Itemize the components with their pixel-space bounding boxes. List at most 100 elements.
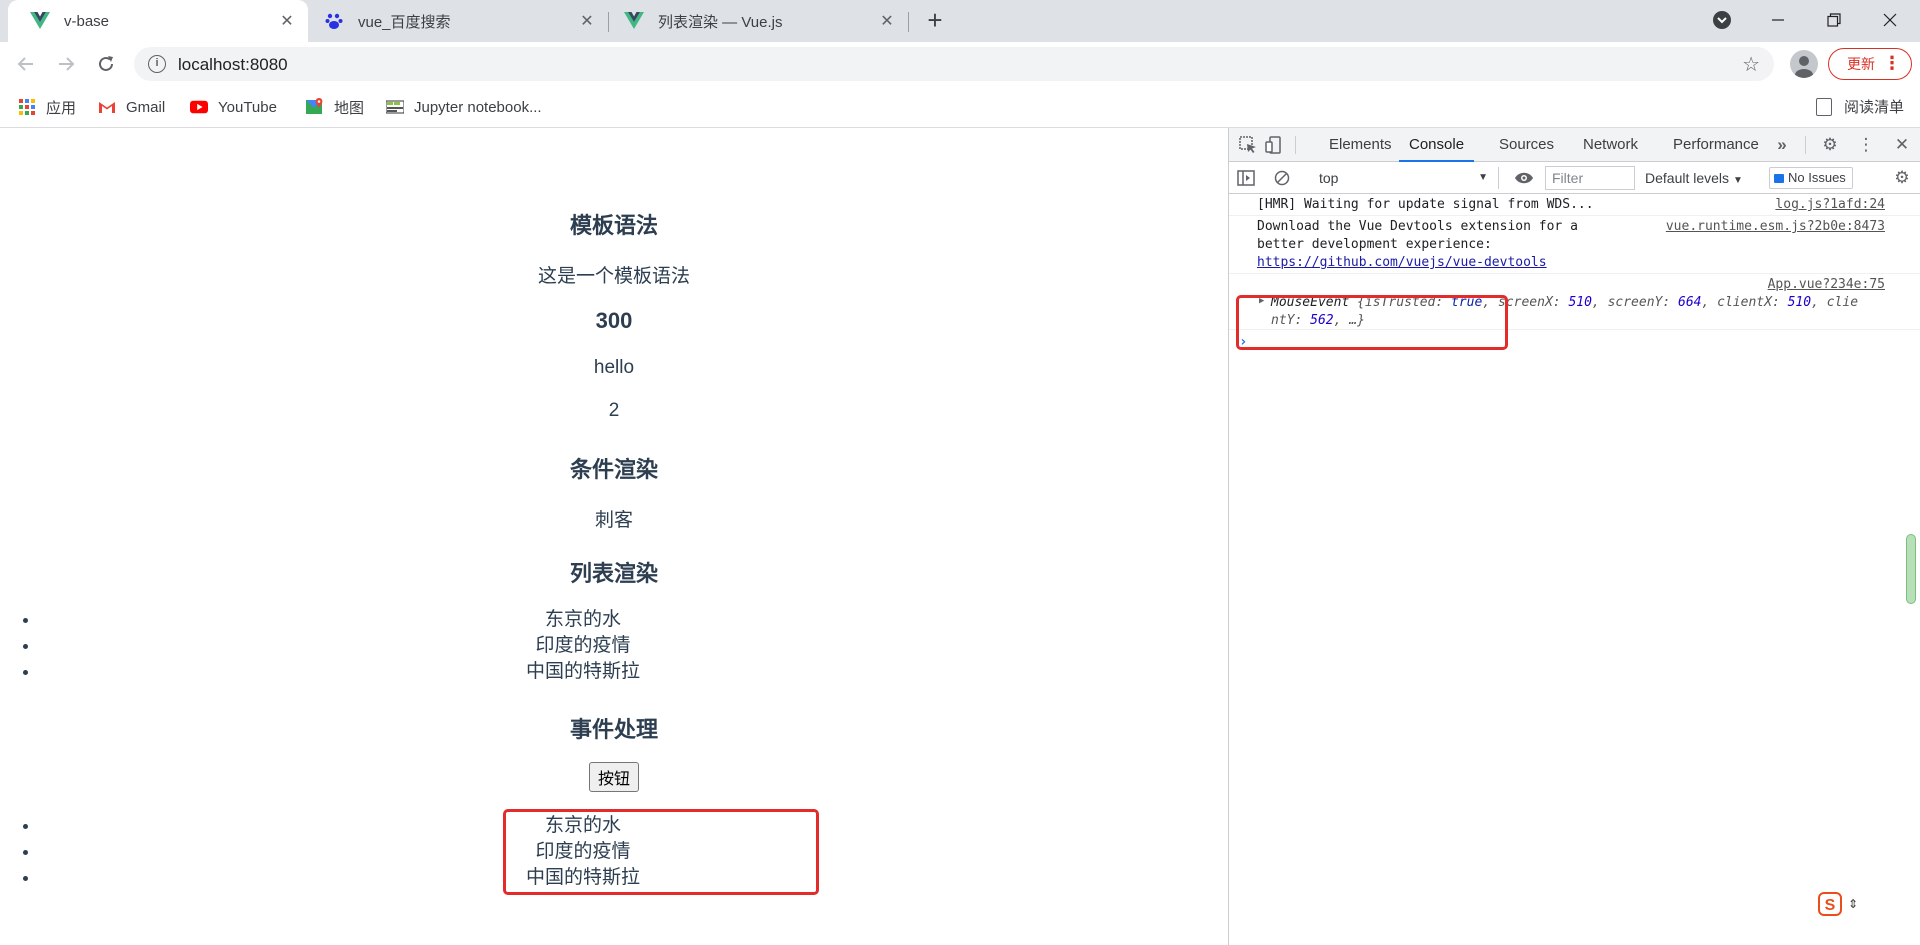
bookmark-star-icon[interactable]: ☆	[1742, 52, 1760, 77]
gear-icon[interactable]: ⚙	[1819, 134, 1841, 156]
chevron-down-circle-icon	[1713, 11, 1731, 29]
conditional-text: 刺客	[594, 510, 633, 531]
sogou-ime-icon: S	[1818, 892, 1842, 916]
console-source-link[interactable]: log.js?1afd:24	[1775, 196, 1885, 214]
tab-search-button[interactable]	[1694, 0, 1750, 40]
clear-console-icon[interactable]	[1271, 167, 1293, 189]
devtools-tab-network[interactable]: Network	[1583, 128, 1638, 162]
reload-button[interactable]	[92, 50, 120, 78]
close-icon	[1883, 13, 1897, 27]
console-filter-bar: top ▼ Filter Default levels ▼ No Issues …	[1229, 162, 1920, 194]
person-icon	[1795, 56, 1813, 78]
count-value: 2	[608, 400, 620, 421]
reading-list-button[interactable]: 阅读清单	[1815, 96, 1904, 117]
log-levels-select[interactable]: Default levels ▼	[1645, 167, 1743, 192]
tab-list-rendering[interactable]: 列表渲染 — Vue.js ✕	[612, 0, 908, 42]
issue-icon	[1774, 173, 1784, 183]
browser-toolbar: i localhost:8080 ☆ 更新 ⋮	[0, 42, 1920, 86]
close-icon[interactable]: ✕	[276, 10, 298, 32]
bookmark-maps[interactable]: 地图	[306, 96, 364, 118]
highlight-box-list	[503, 809, 819, 895]
close-icon[interactable]: ✕	[1891, 134, 1913, 156]
list-item: 中国的特斯拉	[40, 659, 1240, 685]
vue-devtools-link[interactable]: https://github.com/vuejs/vue-devtools	[1257, 254, 1547, 272]
bookmark-label: 应用	[46, 99, 77, 117]
event-heading: 事件处理	[569, 717, 658, 742]
arrow-left-icon	[17, 57, 33, 71]
issues-button[interactable]: No Issues	[1769, 167, 1853, 189]
scrollbar-thumb[interactable]	[1906, 534, 1916, 604]
more-vert-icon: ⋮	[1883, 53, 1901, 73]
number-value: 300	[595, 308, 633, 333]
context-select[interactable]: top ▼	[1319, 167, 1499, 189]
close-icon[interactable]: ✕	[576, 10, 598, 32]
close-window-button[interactable]	[1862, 0, 1918, 40]
bookmark-label: YouTube	[218, 98, 277, 116]
baidu-paw-icon	[324, 11, 344, 31]
sidebar-toggle-icon[interactable]	[1235, 167, 1257, 189]
tab-v-base[interactable]: v-base ✕	[8, 0, 308, 42]
template-heading: 模板语法	[569, 213, 658, 238]
forward-button[interactable]	[52, 50, 80, 78]
screenX-value: 510	[1568, 295, 1592, 310]
minimize-button[interactable]	[1750, 0, 1806, 40]
svg-text:S: S	[1825, 897, 1836, 914]
issues-label: No Issues	[1788, 170, 1846, 185]
vue-logo-icon	[624, 11, 644, 31]
update-button[interactable]: 更新 ⋮	[1828, 48, 1912, 80]
back-button[interactable]	[12, 50, 40, 78]
list-item: 东京的水	[40, 607, 1240, 633]
address-bar[interactable]: i localhost:8080 ☆	[134, 47, 1774, 81]
more-tabs-icon[interactable]: »	[1771, 134, 1793, 156]
app-page: 模板语法 这是一个模板语法 300 hello 2 条件渲染 刺客 列表渲染 东…	[0, 128, 1228, 945]
bookmark-jupyter[interactable]: Jupyter notebook...	[386, 96, 542, 118]
bookmark-gmail[interactable]: Gmail	[98, 96, 165, 118]
levels-label: Default levels	[1645, 170, 1730, 186]
divider	[1805, 136, 1806, 154]
console-message-text: Download the Vue Devtools extension for …	[1257, 219, 1578, 234]
url-text: localhost:8080	[178, 55, 288, 74]
hello-text: hello	[593, 357, 635, 378]
new-tab-button[interactable]: +	[922, 7, 948, 34]
devtools-tab-console[interactable]: Console	[1399, 128, 1475, 162]
list-item: 印度的疫情	[40, 633, 1240, 659]
reading-list-label: 阅读清单	[1843, 99, 1904, 116]
tab-vue-baidu[interactable]: vue_百度搜索 ✕	[312, 0, 608, 42]
console-filter-input[interactable]: Filter	[1545, 166, 1635, 190]
gear-icon[interactable]: ⚙	[1891, 167, 1913, 189]
caret-down-icon: ▼	[1478, 172, 1488, 183]
tab-title: vue_百度搜索	[358, 13, 451, 31]
bookmark-label: Jupyter notebook...	[414, 98, 542, 116]
info-icon[interactable]: i	[148, 55, 166, 73]
console-source-link[interactable]: vue.runtime.esm.js?2b0e:8473	[1666, 218, 1885, 236]
bookmark-label: Gmail	[126, 98, 166, 116]
list-rendering-list: 东京的水 印度的疫情 中国的特斯拉	[40, 607, 1240, 685]
bookmark-youtube[interactable]: YouTube	[190, 96, 277, 118]
tab-separator	[908, 12, 909, 32]
list-heading: 列表渲染	[569, 561, 658, 586]
profile-avatar[interactable]	[1790, 50, 1818, 78]
divider	[1295, 136, 1296, 154]
devtools-tab-sources[interactable]: Sources	[1499, 128, 1554, 162]
eye-icon[interactable]	[1513, 167, 1535, 189]
template-text: 这是一个模板语法	[537, 266, 690, 287]
minimize-icon	[1772, 19, 1784, 21]
close-icon[interactable]: ✕	[876, 10, 898, 32]
console-source-link[interactable]: App.vue?234e:75	[1768, 276, 1885, 294]
tab-title: 列表渲染 — Vue.js	[658, 13, 783, 31]
console-message: Download the Vue Devtools extension for …	[1229, 216, 1920, 274]
devtools-tab-performance[interactable]: Performance	[1673, 128, 1759, 162]
event-button[interactable]: 按钮	[588, 762, 639, 792]
bookmark-apps[interactable]: 应用	[18, 96, 76, 118]
youtube-icon	[190, 98, 208, 116]
restore-button[interactable]	[1806, 0, 1862, 40]
inspect-element-icon[interactable]	[1237, 134, 1259, 156]
bookmarks-bar: 应用 Gmail YouTube 地图 Jupyter notebook... …	[0, 86, 1920, 128]
conditional-heading: 条件渲染	[569, 457, 658, 482]
button-wrapper: 按钮	[0, 762, 1228, 792]
devtools-tab-elements[interactable]: Elements	[1329, 128, 1392, 162]
device-toolbar-icon[interactable]	[1263, 134, 1285, 156]
ime-indicator[interactable]: S ⇕	[1818, 890, 1872, 918]
more-vert-icon[interactable]: ⋮	[1855, 134, 1877, 156]
console-message-text: better development experience:	[1257, 237, 1492, 252]
